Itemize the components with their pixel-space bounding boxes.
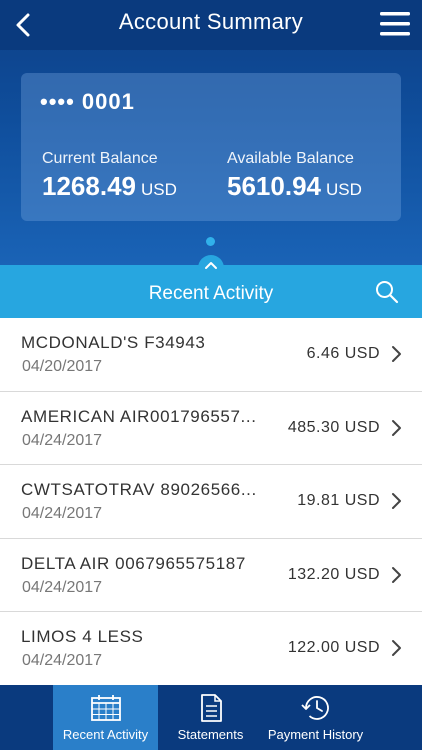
search-button[interactable]: [374, 279, 400, 305]
document-icon: [200, 694, 222, 722]
transaction-merchant: AMERICAN AIR001796557...: [21, 406, 257, 426]
transaction-merchant: LIMOS 4 LESS: [21, 627, 144, 647]
transaction-row[interactable]: LIMOS 4 LESS 04/24/2017 122.00 USD: [0, 612, 422, 686]
transaction-date: 04/24/2017: [22, 652, 103, 670]
transaction-amount: 122.00 USD: [287, 639, 380, 657]
current-balance-label: Current Balance: [42, 150, 158, 167]
tab-label: Statements: [177, 727, 244, 742]
chevron-right-icon: [392, 493, 401, 510]
clock-history-icon: [300, 696, 329, 720]
available-balance-label: Available Balance: [227, 150, 354, 167]
tab-statements[interactable]: Statements: [158, 685, 263, 750]
tab-payment-history[interactable]: Payment History: [263, 685, 368, 750]
chevron-right-icon: [392, 419, 401, 436]
available-balance-currency: USD: [325, 180, 362, 199]
nav-bar: Account Summary: [0, 0, 422, 50]
menu-button[interactable]: [378, 8, 412, 40]
hamburger-menu-icon: [380, 12, 410, 36]
transaction-merchant: CWTSATOTRAV 89026566...: [21, 480, 257, 500]
transaction-list: MCDONALD'S F34943 04/20/2017 6.46 USD AM…: [0, 318, 422, 686]
tab-recent-activity[interactable]: Recent Activity: [53, 685, 158, 750]
current-balance-value: 1268.49 USD: [42, 171, 177, 202]
current-balance-amount: 1268.49: [42, 171, 136, 201]
transaction-amount: 132.20 USD: [287, 565, 380, 583]
transaction-row[interactable]: CWTSATOTRAV 89026566... 04/24/2017 19.81…: [0, 465, 422, 539]
transaction-date: 04/20/2017: [22, 358, 103, 375]
chevron-right-icon: [392, 640, 401, 657]
transaction-row[interactable]: AMERICAN AIR001796557... 04/24/2017 485.…: [0, 391, 422, 466]
account-number: •••• 0001: [40, 89, 135, 114]
chevron-right-icon: [392, 566, 401, 583]
expand-toggle[interactable]: [198, 255, 224, 275]
tab-label: Recent Activity: [62, 727, 149, 742]
current-balance-currency: USD: [140, 180, 177, 199]
chevron-right-icon: [392, 346, 401, 362]
calendar-icon: [90, 695, 121, 721]
transaction-amount: 19.81 USD: [297, 492, 380, 510]
tab-label: Payment History: [267, 727, 364, 742]
search-icon: [376, 281, 399, 304]
transaction-merchant: DELTA AIR 0067965575187: [21, 553, 246, 573]
transaction-date: 04/24/2017: [22, 431, 103, 449]
transaction-date: 04/24/2017: [22, 578, 103, 596]
transaction-amount: 6.46 USD: [306, 345, 380, 362]
bottom-tab-bar: Recent Activity Statements Payment Histo…: [0, 685, 422, 750]
page-title: Account Summary: [118, 9, 304, 34]
chevron-up-icon: [205, 262, 217, 269]
transaction-merchant: MCDONALD'S F34943: [21, 333, 206, 352]
recent-activity-title: Recent Activity: [148, 283, 274, 304]
transaction-date: 04/24/2017: [22, 505, 103, 523]
transaction-row[interactable]: MCDONALD'S F34943 04/20/2017 6.46 USD: [0, 318, 422, 392]
account-card[interactable]: •••• 0001 Current Balance 1268.49 USD Ava…: [21, 73, 401, 221]
available-balance-amount: 5610.94: [227, 171, 321, 201]
transaction-row[interactable]: DELTA AIR 0067965575187 04/24/2017 132.2…: [0, 538, 422, 613]
page-indicator-dot: [206, 237, 215, 246]
available-balance-value: 5610.94 USD: [227, 171, 362, 202]
transaction-amount: 485.30 USD: [287, 418, 380, 436]
